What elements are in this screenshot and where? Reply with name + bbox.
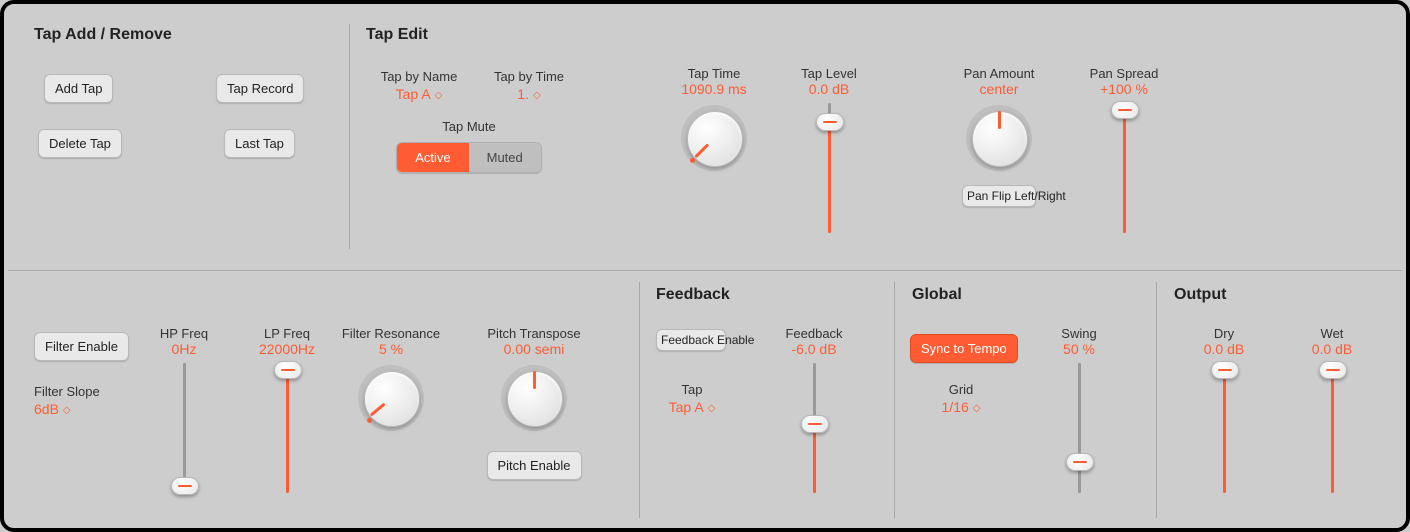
swing-value: 50 %	[1063, 341, 1095, 357]
tap-time-control: Tap Time 1090.9 ms	[669, 66, 759, 173]
grid-value: 1/16	[942, 399, 969, 415]
pan-flip-button[interactable]: Pan Flip Left/Right	[962, 185, 1036, 207]
pitch-transpose-knob[interactable]	[499, 363, 569, 433]
tap-level-slider[interactable]	[815, 103, 843, 233]
plugin-window: Tap Add / Remove Add Tap Tap Record Dele…	[0, 0, 1410, 532]
output-title: Output	[1174, 286, 1226, 304]
feedback-tap-value: Tap A	[669, 399, 704, 415]
swing-slider[interactable]	[1065, 363, 1093, 493]
lp-freq-value: 22000Hz	[259, 341, 315, 357]
feedback-title: Feedback	[656, 286, 730, 304]
filter-slope-group: Filter Slope 6dB	[34, 384, 124, 417]
divider	[349, 24, 350, 249]
divider	[894, 282, 895, 518]
tap-time-label: Tap Time	[688, 66, 741, 81]
pan-amount-control: Pan Amount center Pan Flip Left/Right	[954, 66, 1044, 207]
feedback-enable-button[interactable]: Feedback Enable	[656, 329, 726, 351]
divider	[8, 270, 1402, 271]
filter-resonance-label: Filter Resonance	[342, 326, 440, 341]
filter-slope-value: 6dB	[34, 401, 59, 417]
pan-spread-label: Pan Spread	[1090, 66, 1159, 81]
filter-resonance-value: 5 %	[379, 341, 403, 357]
dry-slider[interactable]	[1210, 363, 1238, 493]
add-tap-button[interactable]: Add Tap	[44, 74, 113, 103]
wet-slider[interactable]	[1318, 363, 1346, 493]
delete-tap-button[interactable]: Delete Tap	[38, 129, 122, 158]
last-tap-button[interactable]: Last Tap	[224, 129, 295, 158]
feedback-slider[interactable]	[800, 363, 828, 493]
feedback-tap-label: Tap	[682, 382, 703, 397]
stepper-icon	[63, 406, 71, 416]
feedback-amount-label: Feedback	[785, 326, 842, 341]
divider	[639, 282, 640, 518]
hp-freq-control: HP Freq 0Hz	[144, 326, 224, 493]
tap-time-value: 1090.9 ms	[681, 81, 746, 97]
tap-mute-muted[interactable]: Muted	[469, 143, 541, 172]
swing-control: Swing 50 %	[1034, 326, 1124, 493]
stepper-icon	[533, 91, 541, 101]
lp-freq-label: LP Freq	[264, 326, 310, 341]
tap-add-remove-section: Tap Add / Remove	[34, 26, 172, 44]
filter-enable-button[interactable]: Filter Enable	[34, 332, 129, 361]
tap-record-button[interactable]: Tap Record	[216, 74, 304, 103]
tap-by-name: Tap by Name Tap A	[374, 69, 464, 102]
filter-resonance-control: Filter Resonance 5 %	[336, 326, 446, 433]
pitch-transpose-value: 0.00 semi	[504, 341, 565, 357]
dry-label: Dry	[1214, 326, 1234, 341]
tap-by-name-value: Tap A	[396, 86, 431, 102]
tap-by-time: Tap by Time 1.	[484, 69, 574, 102]
tap-mute-active[interactable]: Active	[397, 143, 468, 172]
tap-by-time-select[interactable]: 1.	[517, 86, 540, 102]
tap-level-label: Tap Level	[801, 66, 857, 81]
sync-to-tempo-button[interactable]: Sync to Tempo	[910, 334, 1018, 363]
grid-select[interactable]: 1/16	[942, 399, 981, 415]
tap-by-name-select[interactable]: Tap A	[396, 86, 443, 102]
filter-slope-label: Filter Slope	[34, 384, 100, 399]
stepper-icon	[708, 404, 716, 414]
grid-group: Grid 1/16	[916, 382, 1006, 415]
global-title: Global	[912, 286, 962, 304]
tap-by-name-label: Tap by Name	[381, 69, 458, 84]
tap-mute-segment[interactable]: Active Muted	[396, 142, 542, 173]
lp-freq-control: LP Freq 22000Hz	[242, 326, 332, 493]
hp-freq-slider[interactable]	[170, 363, 198, 493]
stepper-icon	[435, 91, 443, 101]
feedback-amount-control: Feedback -6.0 dB	[769, 326, 859, 493]
tap-edit-title: Tap Edit	[366, 26, 428, 44]
stepper-icon	[973, 404, 981, 414]
dry-control: Dry 0.0 dB	[1184, 326, 1264, 493]
tap-by-time-label: Tap by Time	[494, 69, 564, 84]
feedback-tap-group: Tap Tap A	[652, 382, 732, 415]
wet-value: 0.0 dB	[1312, 341, 1352, 357]
divider	[1156, 282, 1157, 518]
tap-mute-label: Tap Mute	[442, 119, 495, 134]
wet-control: Wet 0.0 dB	[1292, 326, 1372, 493]
pitch-transpose-control: Pitch Transpose 0.00 semi Pitch Enable	[479, 326, 589, 480]
tap-level-value: 0.0 dB	[809, 81, 849, 97]
pan-amount-knob[interactable]	[964, 103, 1034, 173]
lp-freq-slider[interactable]	[273, 363, 301, 493]
hp-freq-label: HP Freq	[160, 326, 208, 341]
hp-freq-value: 0Hz	[172, 341, 197, 357]
filter-slope-select[interactable]: 6dB	[34, 401, 71, 417]
tap-level-control: Tap Level 0.0 dB	[794, 66, 864, 233]
dry-value: 0.0 dB	[1204, 341, 1244, 357]
pan-spread-slider[interactable]	[1110, 103, 1138, 233]
wet-label: Wet	[1321, 326, 1344, 341]
swing-label: Swing	[1061, 326, 1096, 341]
pan-spread-control: Pan Spread +100 %	[1079, 66, 1169, 233]
pitch-transpose-label: Pitch Transpose	[487, 326, 580, 341]
tap-mute-group: Tap Mute Active Muted	[394, 119, 544, 173]
pan-spread-value: +100 %	[1100, 81, 1148, 97]
feedback-tap-select[interactable]: Tap A	[669, 399, 716, 415]
grid-label: Grid	[949, 382, 974, 397]
filter-resonance-knob[interactable]	[356, 363, 426, 433]
pan-amount-value: center	[980, 81, 1019, 97]
feedback-amount-value: -6.0 dB	[791, 341, 836, 357]
tap-time-knob[interactable]	[679, 103, 749, 173]
tap-add-remove-title: Tap Add / Remove	[34, 26, 172, 44]
pitch-enable-button[interactable]: Pitch Enable	[487, 451, 582, 480]
pan-amount-label: Pan Amount	[964, 66, 1035, 81]
tap-by-time-value: 1.	[517, 86, 529, 102]
